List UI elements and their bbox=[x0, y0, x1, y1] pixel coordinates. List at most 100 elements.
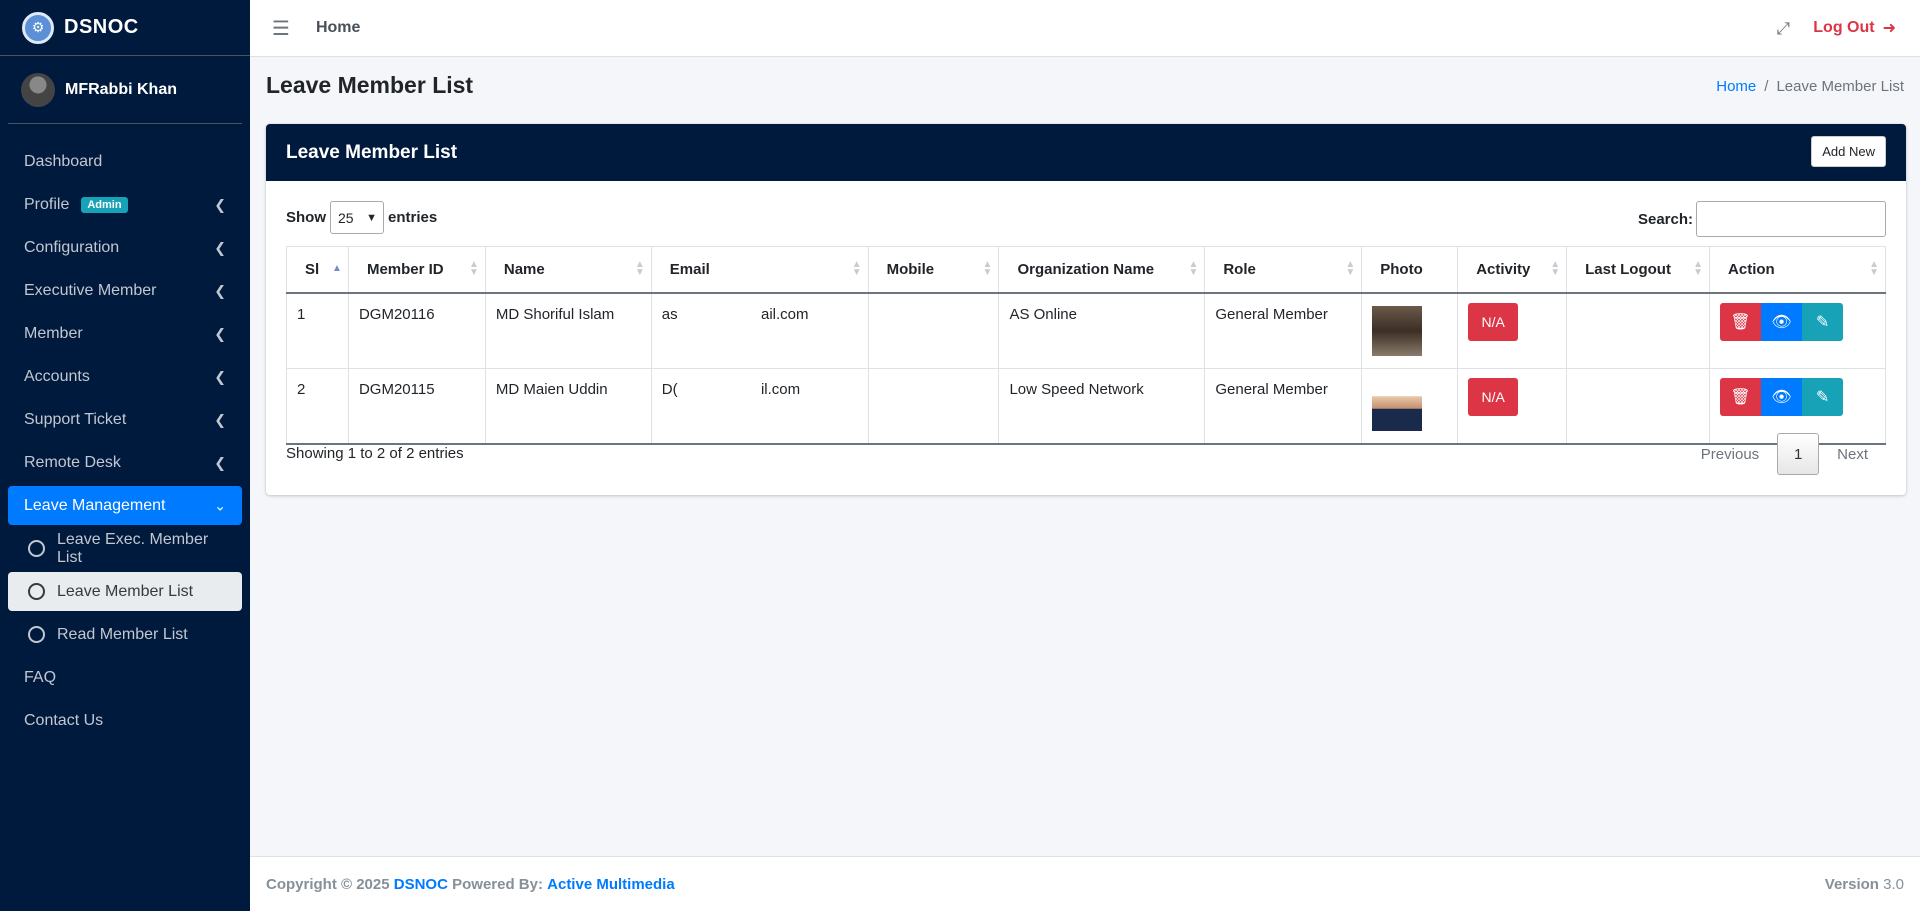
entries-select-value: 25 bbox=[338, 209, 354, 226]
eye-icon: 👁 bbox=[1771, 388, 1792, 406]
previous-page-button[interactable]: Previous bbox=[1683, 433, 1777, 475]
sidebar-item-label: FAQ bbox=[24, 668, 57, 686]
chevron-down-icon: ▼ bbox=[366, 211, 377, 224]
footer-copyright: Copyright © 2025 bbox=[266, 875, 390, 893]
sidebar-item-label: Member bbox=[24, 324, 83, 342]
sidebar-item-label: Contact Us bbox=[24, 711, 104, 729]
column-header-photo: Photo bbox=[1361, 246, 1459, 294]
sidebar-item-label: Leave Member List bbox=[57, 582, 194, 600]
sidebar-subitem-leave-member-list[interactable]: Leave Member List bbox=[8, 572, 242, 611]
brand-logo-icon: ⚙ bbox=[22, 11, 54, 44]
column-header-organization[interactable]: Organization Name ▲ ▼ bbox=[998, 246, 1206, 294]
sidebar-item-configuration[interactable]: Configuration ❮ bbox=[8, 228, 242, 267]
sidebar-item-member[interactable]: Member ❮ bbox=[8, 314, 242, 353]
sidebar-item-label: Profile bbox=[24, 195, 70, 213]
chevron-left-icon: ❮ bbox=[214, 196, 226, 212]
sidebar-item-remote-desk[interactable]: Remote Desk ❮ bbox=[8, 443, 242, 482]
member-photo bbox=[1372, 380, 1423, 431]
sidebar-item-accounts[interactable]: Accounts ❮ bbox=[8, 357, 242, 396]
circle-icon bbox=[28, 540, 45, 557]
sidebar-item-label: Read Member List bbox=[57, 625, 188, 643]
sidebar-item-contact-us[interactable]: Contact Us bbox=[8, 701, 242, 740]
sidebar-item-profile[interactable]: Profile Admin ❮ bbox=[8, 185, 242, 224]
cell-sl: 1 bbox=[286, 292, 349, 369]
chevron-left-icon: ❮ bbox=[214, 325, 226, 341]
edit-button[interactable]: ✎ bbox=[1802, 302, 1844, 341]
delete-button[interactable]: 🗑 bbox=[1720, 377, 1762, 416]
cell-email: as ail.com bbox=[650, 292, 869, 369]
add-new-button[interactable]: Add New bbox=[1811, 136, 1886, 167]
pagination: Previous 1 Next bbox=[1683, 433, 1886, 475]
footer-brand-link[interactable]: DSNOC bbox=[394, 876, 448, 893]
chevron-left-icon: ❮ bbox=[214, 239, 226, 255]
page-1-button[interactable]: 1 bbox=[1777, 433, 1820, 475]
user-panel[interactable]: MFRabbi Khan bbox=[8, 56, 242, 124]
column-header-mobile[interactable]: Mobile ▲ ▼ bbox=[867, 246, 1000, 294]
breadcrumb-home[interactable]: Home bbox=[1716, 78, 1756, 95]
cell-mobile bbox=[867, 367, 1000, 445]
logout-label: Log Out bbox=[1813, 19, 1875, 36]
sort-asc-icon: ▲ bbox=[332, 263, 342, 275]
cell-mobile bbox=[867, 292, 1000, 369]
sidebar-subitem-leave-exec-member-list[interactable]: Leave Exec. Member List bbox=[8, 529, 242, 568]
trash-icon: 🗑 bbox=[1730, 388, 1751, 406]
chevron-down-icon: ⌄ bbox=[214, 497, 226, 513]
sidebar-item-faq[interactable]: FAQ bbox=[8, 658, 242, 697]
top-navbar: ☰ Home ⤢ Log Out ➜ bbox=[250, 0, 1920, 57]
edit-button[interactable]: ✎ bbox=[1802, 377, 1844, 416]
trash-icon: 🗑 bbox=[1730, 313, 1751, 331]
cell-last-logout bbox=[1566, 292, 1711, 369]
hamburger-menu-icon[interactable]: ☰ bbox=[272, 16, 290, 41]
column-header-email[interactable]: Email ▲ ▼ bbox=[650, 246, 869, 294]
table-info: Showing 1 to 2 of 2 entries bbox=[286, 445, 464, 462]
entries-select[interactable]: 25 ▼ bbox=[330, 201, 384, 234]
footer-company-link[interactable]: Active Multimedia bbox=[547, 876, 675, 893]
sort-icon: ▲ ▼ bbox=[1869, 259, 1879, 279]
logout-button[interactable]: Log Out ➜ bbox=[1813, 18, 1896, 38]
column-header-action[interactable]: Action ▲ ▼ bbox=[1709, 246, 1886, 294]
breadcrumb: Home / Leave Member List bbox=[1716, 78, 1904, 95]
cell-member-id: DGM20115 bbox=[347, 367, 486, 445]
edit-icon: ✎ bbox=[1815, 313, 1830, 331]
next-page-button[interactable]: Next bbox=[1819, 433, 1886, 475]
column-header-member-id[interactable]: Member ID ▲ ▼ bbox=[347, 246, 486, 294]
sidebar-item-leave-management[interactable]: Leave Management ⌄ bbox=[8, 486, 242, 525]
cell-organization: AS Online bbox=[998, 292, 1206, 369]
admin-badge: Admin bbox=[81, 196, 128, 213]
fullscreen-icon[interactable]: ⤢ bbox=[1776, 19, 1790, 39]
table-row: 2 DGM20115 MD Maien Uddin D( il.com Low … bbox=[286, 367, 1886, 445]
chevron-left-icon: ❮ bbox=[214, 454, 226, 470]
show-label: Show bbox=[286, 209, 326, 226]
sort-icon: ▲ ▼ bbox=[1550, 259, 1561, 279]
sort-icon: ▲ ▼ bbox=[851, 259, 862, 279]
chevron-left-icon: ❮ bbox=[214, 368, 226, 384]
column-header-sl[interactable]: Sl ▲ bbox=[286, 246, 349, 294]
cell-activity: N/A bbox=[1457, 292, 1568, 369]
top-home-link[interactable]: Home bbox=[316, 19, 360, 37]
view-button[interactable]: 👁 bbox=[1761, 377, 1803, 416]
sidebar-item-label: Dashboard bbox=[24, 152, 103, 170]
breadcrumb-separator: / bbox=[1764, 78, 1769, 95]
entries-label: entries bbox=[388, 209, 438, 226]
activity-button[interactable]: N/A bbox=[1468, 377, 1519, 416]
brand-link[interactable]: ⚙ DSNOC bbox=[0, 0, 250, 56]
avatar bbox=[21, 72, 55, 107]
cell-action: 🗑 👁 ✎ bbox=[1709, 292, 1886, 369]
sidebar-nav: Dashboard Profile Admin ❮ Configuration … bbox=[0, 142, 250, 740]
sidebar-item-executive-member[interactable]: Executive Member ❮ bbox=[8, 271, 242, 310]
cell-role: General Member bbox=[1204, 367, 1363, 445]
circle-icon bbox=[28, 626, 45, 643]
column-header-name[interactable]: Name ▲ ▼ bbox=[484, 246, 652, 294]
sidebar-subitem-read-member-list[interactable]: Read Member List bbox=[8, 615, 242, 654]
column-header-activity[interactable]: Activity ▲ ▼ bbox=[1457, 246, 1568, 294]
column-header-last-logout[interactable]: Last Logout ▲ ▼ bbox=[1566, 246, 1711, 294]
sidebar-item-support-ticket[interactable]: Support Ticket ❮ bbox=[8, 400, 242, 439]
column-header-role[interactable]: Role ▲ ▼ bbox=[1204, 246, 1363, 294]
delete-button[interactable]: 🗑 bbox=[1720, 302, 1762, 341]
activity-button[interactable]: N/A bbox=[1468, 302, 1519, 341]
search-input[interactable] bbox=[1696, 201, 1886, 237]
chevron-left-icon: ❮ bbox=[214, 282, 226, 298]
sidebar-item-dashboard[interactable]: Dashboard bbox=[8, 142, 242, 181]
sidebar-item-label: Executive Member bbox=[24, 281, 157, 299]
view-button[interactable]: 👁 bbox=[1761, 302, 1803, 341]
